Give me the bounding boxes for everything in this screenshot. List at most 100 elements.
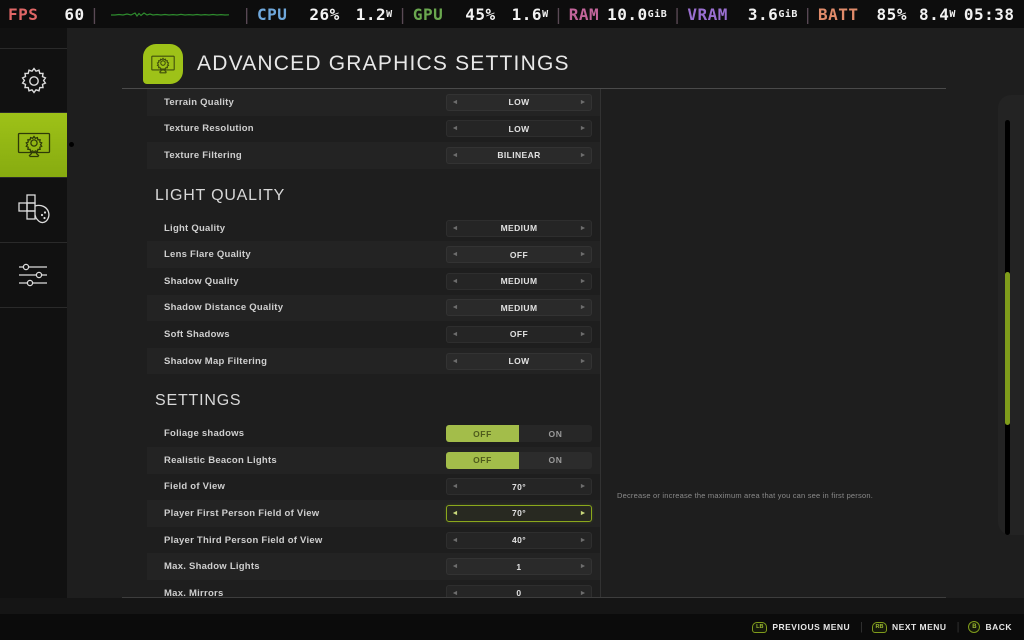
section-title: SETTINGS	[155, 392, 242, 410]
setting-stepper[interactable]: ◄ OFF ►	[446, 246, 592, 264]
hud-ram-label: RAM	[568, 4, 600, 24]
stepper-left-arrow-icon[interactable]: ◄	[447, 304, 463, 311]
setting-toggle[interactable]: OFF ON	[446, 451, 592, 469]
stepper-left-arrow-icon[interactable]: ◄	[447, 125, 463, 132]
stepper-left-arrow-icon[interactable]: ◄	[447, 225, 463, 232]
setting-row[interactable]: Terrain Quality ◄ LOW ►	[147, 89, 600, 116]
setting-stepper[interactable]: ◄ 0 ►	[446, 584, 592, 598]
sidebar-item-graphics-settings[interactable]	[0, 113, 81, 178]
setting-stepper[interactable]: ◄ 1 ►	[446, 558, 592, 576]
stepper-value: OFF	[509, 329, 529, 340]
stepper-right-arrow-icon[interactable]: ►	[575, 483, 591, 490]
stepper-left-arrow-icon[interactable]: ◄	[447, 331, 463, 338]
hud-divider: |	[397, 4, 408, 24]
stepper-right-arrow-icon[interactable]: ►	[575, 304, 591, 311]
stepper-left-arrow-icon[interactable]: ◄	[447, 278, 463, 285]
setting-row[interactable]: Realistic Beacon Lights OFF ON	[147, 447, 600, 474]
setting-stepper[interactable]: ◄ MEDIUM ►	[446, 299, 592, 317]
setting-stepper[interactable]: ◄ LOW ►	[446, 352, 592, 370]
stepper-value: LOW	[508, 97, 530, 108]
setting-row[interactable]: Max. Mirrors ◄ 0 ►	[147, 580, 600, 598]
hud-cpu-power-unit: W	[386, 8, 393, 20]
setting-stepper[interactable]: ◄ BILINEAR ►	[446, 146, 592, 164]
setting-row[interactable]: Shadow Distance Quality ◄ MEDIUM ►	[147, 295, 600, 322]
setting-label: Player Third Person Field of View	[164, 534, 323, 546]
stepper-right-arrow-icon[interactable]: ►	[575, 152, 591, 159]
hud-divider: |	[802, 4, 814, 24]
sidebar-item-audio-settings[interactable]	[0, 243, 67, 308]
setting-toggle[interactable]: OFF ON	[446, 425, 592, 443]
setting-label: Max. Shadow Lights	[164, 561, 260, 573]
bottom-action-bar: LB PREVIOUS MENU | RB NEXT MENU | B BACK	[0, 614, 1024, 640]
toggle-option-off[interactable]: OFF	[446, 451, 519, 469]
stepper-left-arrow-icon[interactable]: ◄	[447, 152, 463, 159]
stepper-right-arrow-icon[interactable]: ►	[575, 331, 591, 338]
stepper-left-arrow-icon[interactable]: ◄	[447, 483, 463, 490]
stepper-value: 1	[516, 561, 522, 572]
setting-stepper[interactable]: ◄ LOW ►	[446, 120, 592, 138]
stepper-left-arrow-icon[interactable]: ◄	[447, 99, 463, 106]
setting-row[interactable]: Foliage shadows OFF ON	[147, 420, 600, 447]
toggle-option-on[interactable]: ON	[519, 425, 592, 443]
stepper-left-arrow-icon[interactable]: ◄	[447, 251, 463, 258]
content-top-divider	[122, 88, 946, 89]
setting-row[interactable]: Max. Shadow Lights ◄ 1 ►	[147, 553, 600, 580]
bottom-action-label: NEXT MENU	[892, 622, 947, 632]
page-title: ADVANCED GRAPHICS SETTINGS	[197, 52, 570, 75]
stepper-value: OFF	[509, 249, 529, 260]
setting-stepper[interactable]: ◄ 40° ►	[446, 531, 592, 549]
toggle-option-on[interactable]: ON	[519, 451, 592, 469]
stepper-right-arrow-icon[interactable]: ►	[575, 251, 591, 258]
bottom-action-back[interactable]: B BACK	[968, 621, 1012, 633]
stepper-left-arrow-icon[interactable]: ◄	[447, 358, 463, 365]
setting-stepper[interactable]: ◄ LOW ►	[446, 93, 592, 111]
stepper-right-arrow-icon[interactable]: ►	[575, 563, 591, 570]
sidebar-item-general-settings[interactable]	[0, 48, 67, 113]
setting-label: Terrain Quality	[164, 96, 235, 108]
stepper-right-arrow-icon[interactable]: ►	[575, 358, 591, 365]
stepper-right-arrow-icon[interactable]: ►	[575, 99, 591, 106]
setting-row[interactable]: Soft Shadows ◄ OFF ►	[147, 321, 600, 348]
stepper-left-arrow-icon[interactable]: ◄	[447, 510, 463, 517]
setting-stepper[interactable]: ◄ 70° ►	[446, 504, 592, 522]
stepper-left-arrow-icon[interactable]: ◄	[447, 537, 463, 544]
setting-row[interactable]: Player First Person Field of View ◄ 70° ►	[147, 500, 600, 527]
setting-row[interactable]: Player Third Person Field of View ◄ 40° ►	[147, 527, 600, 554]
scrollbar-thumb[interactable]	[1005, 272, 1010, 425]
stepper-right-arrow-icon[interactable]: ►	[575, 278, 591, 285]
setting-label: Soft Shadows	[164, 328, 230, 340]
setting-row[interactable]: Light Quality ◄ MEDIUM ►	[147, 215, 600, 242]
setting-stepper[interactable]: ◄ MEDIUM ►	[446, 272, 592, 290]
gamepad-icon	[16, 193, 52, 227]
setting-row[interactable]: Texture Resolution ◄ LOW ►	[147, 116, 600, 143]
hud-cpu-label: CPU	[256, 4, 288, 24]
stepper-right-arrow-icon[interactable]: ►	[575, 590, 591, 597]
sidebar-item-controls-settings[interactable]	[0, 178, 67, 243]
stepper-left-arrow-icon[interactable]: ◄	[447, 590, 463, 597]
bottom-action-previous-menu[interactable]: LB PREVIOUS MENU	[752, 621, 850, 633]
stepper-value: BILINEAR	[497, 150, 541, 161]
stepper-right-arrow-icon[interactable]: ►	[575, 225, 591, 232]
stepper-right-arrow-icon[interactable]: ►	[575, 537, 591, 544]
hud-divider: |	[241, 4, 252, 24]
setting-stepper[interactable]: ◄ OFF ►	[446, 325, 592, 343]
controller-button-lb-icon: LB	[752, 621, 768, 633]
bottom-action-label: BACK	[985, 622, 1012, 632]
setting-stepper[interactable]: ◄ 70° ►	[446, 478, 592, 496]
setting-row[interactable]: Field of View ◄ 70° ►	[147, 474, 600, 501]
stepper-value: LOW	[508, 123, 530, 134]
stepper-right-arrow-icon[interactable]: ►	[575, 125, 591, 132]
settings-list: Terrain Quality ◄ LOW ► Texture Resolution ◄ L…	[147, 89, 600, 598]
setting-row[interactable]: Texture Filtering ◄ BILINEAR ►	[147, 142, 600, 169]
toggle-option-off[interactable]: OFF	[446, 425, 519, 443]
stepper-value: 70°	[511, 508, 527, 519]
setting-stepper[interactable]: ◄ MEDIUM ►	[446, 219, 592, 237]
hud-cpu-power: 1.2	[355, 4, 387, 24]
bottom-action-next-menu[interactable]: RB NEXT MENU	[872, 621, 947, 633]
stepper-left-arrow-icon[interactable]: ◄	[447, 563, 463, 570]
hud-batt-power: 8.4	[918, 4, 950, 24]
setting-row[interactable]: Shadow Quality ◄ MEDIUM ►	[147, 268, 600, 295]
setting-row[interactable]: Lens Flare Quality ◄ OFF ►	[147, 241, 600, 268]
stepper-right-arrow-icon[interactable]: ►	[575, 510, 591, 517]
setting-row[interactable]: Shadow Map Filtering ◄ LOW ►	[147, 348, 600, 375]
